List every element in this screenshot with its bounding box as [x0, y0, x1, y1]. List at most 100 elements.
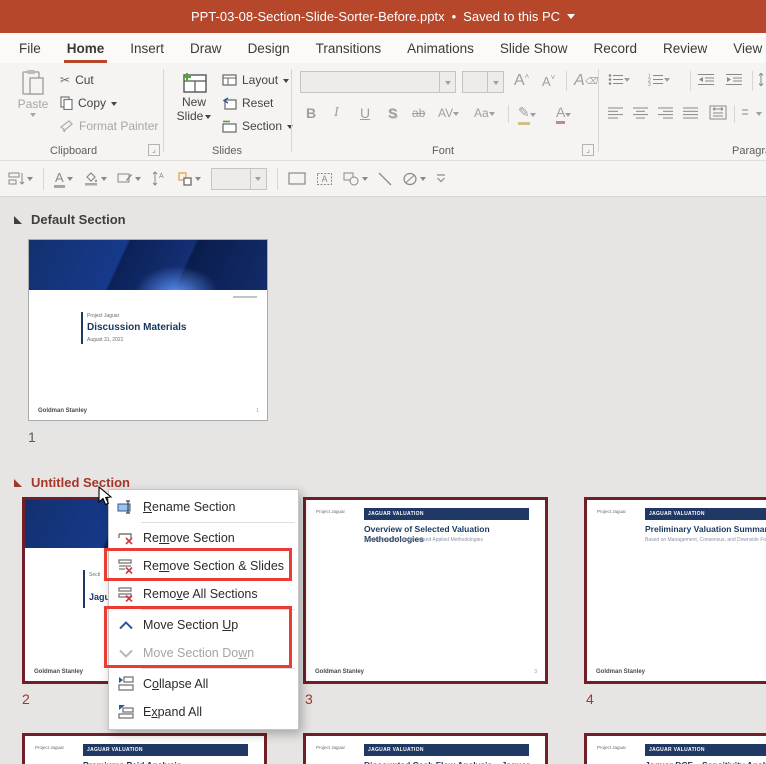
sort-order-button[interactable]: A — [151, 171, 167, 186]
section-collapse-icon[interactable] — [14, 215, 22, 224]
format-painter-label: Format Painter — [79, 119, 159, 133]
save-status-chevron-icon[interactable] — [567, 14, 575, 23]
menu-separator — [141, 522, 295, 523]
expand-all-icon — [109, 704, 143, 720]
tab-slide-show[interactable]: Slide Show — [487, 33, 581, 63]
decrease-indent-icon — [698, 73, 714, 86]
text-direction-button[interactable] — [742, 107, 762, 119]
menu-item-remove-all-sections[interactable]: Remove All Sections — [109, 580, 298, 608]
annotation-box-move-section — [104, 606, 292, 668]
font-name-combobox[interactable] — [300, 71, 456, 93]
tab-view[interactable]: View — [720, 33, 766, 63]
text-shadow-button[interactable]: S — [388, 105, 397, 121]
slide4-footer-logo: Goldman Stanley — [596, 669, 646, 675]
slide2-eyebrow: Secti — [89, 572, 101, 578]
slide-thumbnail-6[interactable]: Project Jaguar JAGUAR VALUATION Discount… — [303, 733, 548, 764]
rectangle-shape-button[interactable] — [288, 172, 306, 185]
tab-transitions[interactable]: Transitions — [303, 33, 395, 63]
shrink-font-button[interactable]: A ˅ — [542, 73, 555, 89]
tab-record[interactable]: Record — [580, 33, 650, 63]
arrange-button[interactable] — [177, 171, 201, 186]
strikethrough-button[interactable]: ab — [412, 106, 425, 120]
slide-thumbnail-5[interactable]: Project Jaguar JAGUAR VALUATION Premiums… — [22, 733, 267, 764]
bold-button[interactable]: B — [306, 105, 316, 121]
align-objects-icon — [8, 171, 25, 186]
text-highlight-button[interactable]: ✎ — [518, 104, 536, 125]
slide2-footer-logo: Goldman Stanley — [34, 669, 84, 675]
menu-item-collapse-all[interactable]: Collapse All — [109, 670, 298, 698]
bullets-button[interactable] — [608, 73, 630, 86]
grow-font-button[interactable]: A ˄ — [514, 72, 529, 90]
tab-file[interactable]: File — [6, 33, 54, 63]
align-right-icon — [658, 107, 673, 119]
slide3-header-tag: JAGUAR VALUATION — [364, 508, 529, 520]
decrease-indent-button[interactable] — [698, 73, 714, 86]
tab-animations[interactable]: Animations — [394, 33, 487, 63]
align-objects-button[interactable] — [8, 171, 33, 186]
character-spacing-button[interactable]: AV — [438, 106, 460, 120]
section-header-default[interactable]: Default Section — [14, 212, 126, 227]
layout-button[interactable]: Layout — [222, 73, 290, 87]
clipboard-dialog-launcher[interactable]: ⌟ — [148, 144, 160, 156]
align-left-button[interactable] — [608, 107, 623, 119]
qt-shape-fill-button[interactable] — [83, 171, 107, 186]
clear-formatting-button[interactable]: A ⌫ — [574, 72, 597, 90]
save-status[interactable]: Saved to this PC — [463, 9, 560, 24]
increase-indent-button[interactable] — [726, 73, 742, 86]
oval-shape-button[interactable] — [402, 172, 426, 186]
qt-font-color-button[interactable]: A — [54, 170, 73, 188]
tab-draw[interactable]: Draw — [177, 33, 235, 63]
increase-indent-icon — [726, 73, 742, 86]
tab-insert[interactable]: Insert — [117, 33, 177, 63]
numbering-button[interactable]: 123 — [648, 73, 670, 86]
slide-thumbnail-7[interactable]: Project Jaguar JAGUAR VALUATION Jaguar D… — [584, 733, 766, 764]
slide-thumbnail-1[interactable]: Project Jaguar Discussion Materials Augu… — [28, 239, 268, 421]
font-size-combobox[interactable] — [462, 71, 504, 93]
font-color-button[interactable]: A — [556, 104, 572, 124]
font-dialog-launcher[interactable]: ⌟ — [582, 144, 594, 156]
line-shape-button[interactable] — [378, 172, 392, 186]
menu-item-expand-all[interactable]: Expand All — [109, 698, 298, 726]
align-right-button[interactable] — [658, 107, 673, 119]
section-button[interactable]: Section — [222, 119, 294, 133]
tab-design[interactable]: Design — [235, 33, 303, 63]
format-painter-button[interactable]: Format Painter — [60, 119, 158, 133]
paste-chevron-icon — [30, 113, 36, 120]
arrange-icon — [177, 171, 193, 186]
paragraph-group-label: Paragra — [732, 145, 766, 157]
slide-thumbnail-4[interactable]: Project Jaguar JAGUAR VALUATION Prelimin… — [584, 497, 766, 684]
paste-button[interactable]: Paste — [12, 69, 54, 118]
line-icon — [378, 172, 392, 186]
tab-home[interactable]: Home — [54, 33, 118, 63]
reset-button[interactable]: Reset — [222, 96, 273, 110]
underline-button[interactable]: U — [360, 105, 370, 121]
tab-review[interactable]: Review — [650, 33, 720, 63]
align-center-button[interactable] — [633, 107, 648, 119]
qt-shape-outline-button[interactable] — [117, 171, 141, 186]
italic-button[interactable]: I — [334, 105, 339, 121]
sort-order-icon: A — [151, 171, 167, 186]
section-collapse-icon-red[interactable] — [14, 478, 22, 487]
justify-button[interactable] — [683, 107, 698, 119]
quick-toolbar: A A A — [0, 161, 766, 197]
slide1-date: August 31, 2021 — [87, 337, 124, 343]
collapse-all-icon — [109, 676, 143, 692]
slide4-eyebrow: Project Jaguar — [597, 509, 627, 514]
slide3-subtitle: Description of Considered and Applied Me… — [364, 537, 483, 543]
new-slide-button[interactable]: New Slide — [172, 69, 216, 123]
line-spacing-button[interactable] — [758, 73, 766, 86]
shapes-button[interactable] — [343, 172, 368, 186]
cut-button[interactable]: ✂ Cut — [60, 73, 94, 87]
copy-button[interactable]: Copy — [60, 96, 118, 110]
menu-item-rename-section[interactable]: Rename Section — [109, 493, 298, 521]
slide2-title: Jagu — [89, 592, 111, 602]
clipboard-group-label: Clipboard — [50, 145, 98, 157]
text-box-button[interactable]: A — [316, 172, 333, 186]
slide4-subtitle: Based on Management, Consensus, and Down… — [645, 537, 766, 543]
qt-combobox[interactable] — [210, 167, 267, 190]
slide-thumbnail-3[interactable]: Project Jaguar JAGUAR VALUATION Overview… — [303, 497, 548, 684]
toolbar-overflow-button[interactable] — [436, 174, 446, 183]
columns-button[interactable] — [709, 105, 727, 120]
svg-text:A: A — [321, 174, 327, 184]
change-case-button[interactable]: Aa — [474, 106, 495, 120]
